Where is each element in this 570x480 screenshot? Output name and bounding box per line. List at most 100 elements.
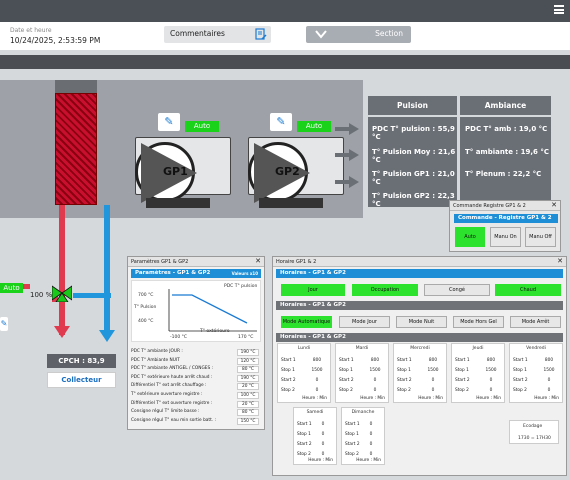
parameter-row: PDC T° ambiante JOUR : 190 °C bbox=[131, 349, 261, 356]
mode-day-button[interactable]: Mode Jour bbox=[339, 316, 390, 328]
schedule-row-label: Stop 2 bbox=[297, 452, 311, 457]
schedule-time-value[interactable]: 0 bbox=[366, 388, 384, 393]
comments-button[interactable]: Commentaires bbox=[164, 26, 271, 43]
ambiance-header: Ambiance bbox=[460, 96, 551, 115]
schedule-time-value[interactable]: 0 bbox=[314, 432, 332, 437]
valve-mode-badge: Auto bbox=[0, 283, 23, 293]
schedule-time-value[interactable]: 1500 bbox=[366, 368, 384, 373]
schedule-time-value[interactable]: 0 bbox=[424, 378, 442, 383]
ecodage-value: 1730 = 17H30 bbox=[518, 436, 551, 441]
schedule-time-value[interactable]: 800 bbox=[366, 358, 384, 363]
mode-night-button[interactable]: Mode Nuit bbox=[396, 316, 447, 328]
ambiance-row: PDC T° amb : 19,0 °C bbox=[465, 125, 548, 133]
schedule-row-label: Stop 1 bbox=[397, 368, 411, 373]
schedule-row-label: Start 1 bbox=[281, 358, 296, 363]
schedule-time-value[interactable]: 1500 bbox=[482, 368, 500, 373]
schedule-time-value[interactable]: 800 bbox=[540, 358, 558, 363]
schedule-time-value[interactable]: 0 bbox=[362, 432, 380, 437]
section-dropdown[interactable]: Section bbox=[306, 26, 411, 43]
schedule-time-value[interactable]: 800 bbox=[308, 358, 326, 363]
schedule-time-value[interactable]: 0 bbox=[482, 378, 500, 383]
manual-on-button[interactable]: Manu On bbox=[490, 227, 521, 247]
mode-off-button[interactable]: Mode Arrêt bbox=[510, 316, 561, 328]
schedule-row-label: Start 2 bbox=[339, 378, 354, 383]
collector-button[interactable]: Collecteur bbox=[47, 372, 116, 388]
heating-button[interactable]: Chaud bbox=[495, 284, 561, 296]
parameter-value[interactable]: 190 °C bbox=[237, 349, 259, 356]
schedule-time-value[interactable]: 0 bbox=[314, 452, 332, 457]
parameter-value[interactable]: 190 °C bbox=[237, 374, 259, 382]
schedule-row-label: Stop 2 bbox=[513, 388, 527, 393]
schedule-time-value[interactable]: 0 bbox=[308, 388, 326, 393]
close-icon[interactable]: ✕ bbox=[557, 257, 563, 265]
day-name: Mercredi bbox=[410, 346, 430, 351]
schedule-time-value[interactable]: 0 bbox=[362, 422, 380, 427]
schedule-time-value[interactable]: 1500 bbox=[424, 368, 442, 373]
day-mode-button[interactable]: Jour bbox=[281, 284, 345, 296]
parameter-value[interactable]: 80 °C bbox=[237, 366, 259, 374]
parameter-value[interactable]: 100 °C bbox=[237, 392, 259, 399]
schedule-row-label: Stop 2 bbox=[281, 388, 295, 393]
parameter-label: T° extérieure ouverture registre : bbox=[131, 392, 203, 397]
pump-gp2-base bbox=[259, 198, 323, 208]
pump-gp2-edit-icon[interactable]: ✎ bbox=[270, 113, 292, 131]
parameter-value[interactable]: 120 °C bbox=[237, 357, 259, 365]
close-icon[interactable]: ✕ bbox=[551, 201, 557, 209]
schedule-time-value[interactable]: 0 bbox=[362, 452, 380, 457]
mode-auto-button[interactable]: Mode Automatique bbox=[281, 316, 332, 328]
time-format-note: Heure : Min bbox=[360, 396, 385, 401]
schedule-time-value[interactable]: 0 bbox=[362, 442, 380, 447]
schedule-time-value[interactable]: 0 bbox=[424, 388, 442, 393]
date-value: 10/24/2025, 2:53:59 PM bbox=[10, 36, 101, 45]
time-format-note: Heure : Min bbox=[534, 396, 559, 401]
three-way-valve-icon[interactable] bbox=[52, 284, 72, 302]
schedule-time-value[interactable]: 0 bbox=[540, 388, 558, 393]
schedule-row-label: Start 1 bbox=[297, 422, 312, 427]
heating-coil bbox=[55, 93, 97, 205]
values-unit-note: Valeurs x10 bbox=[231, 271, 258, 276]
edit-note-icon bbox=[255, 28, 267, 40]
schedule-time-value[interactable]: 800 bbox=[482, 358, 500, 363]
mode-frost-button[interactable]: Mode Hors Gel bbox=[453, 316, 504, 328]
window-title: Commande Registre GP1 & 2 bbox=[450, 201, 560, 211]
occupation-button[interactable]: Occupation bbox=[352, 284, 418, 296]
schedule-time-value[interactable]: 0 bbox=[314, 422, 332, 427]
ecodage-box: Ecodage 1730 = 17H30 bbox=[509, 420, 559, 444]
manual-off-button[interactable]: Manu Off bbox=[525, 227, 556, 247]
schedule-time-value[interactable]: 0 bbox=[308, 378, 326, 383]
schedule-time-value[interactable]: 0 bbox=[540, 378, 558, 383]
pump-gp1-edit-icon[interactable]: ✎ bbox=[158, 113, 180, 131]
schedule-bar: Horaires - GP1 & GP2 bbox=[276, 333, 563, 342]
return-pipe-blue bbox=[104, 205, 110, 333]
pump-gp1-mode-badge: Auto bbox=[185, 121, 219, 132]
auto-button[interactable]: Auto bbox=[455, 227, 485, 247]
schedule-time-value[interactable]: 1500 bbox=[540, 368, 558, 373]
parameter-value[interactable]: 150 °C bbox=[237, 417, 259, 425]
schedule-time-value[interactable]: 1500 bbox=[308, 368, 326, 373]
close-icon[interactable]: ✕ bbox=[255, 257, 261, 265]
airflow-arrow-icon bbox=[335, 176, 359, 188]
parameters-window: Paramètres GP1 & GP2 ✕ Paramètres - GP1 … bbox=[127, 256, 265, 430]
schedule-time-value[interactable]: 0 bbox=[366, 378, 384, 383]
valve-edit-icon[interactable]: ✎ bbox=[0, 317, 8, 331]
cpch-value: CPCH : 83,9 bbox=[47, 354, 116, 368]
parameter-value[interactable]: 80 °C bbox=[237, 409, 259, 417]
parameter-value[interactable]: 20 °C bbox=[237, 383, 259, 391]
pulsion-row: T° Pulsion Moy : 21,6 °C bbox=[372, 148, 456, 164]
chart-top-label: PDC T° pulsion bbox=[224, 284, 258, 289]
schedule-time-value[interactable]: 0 bbox=[482, 388, 500, 393]
pulsion-header: Pulsion bbox=[368, 96, 457, 115]
parameter-row: Différentiel T° ext arrêt chauffage : 20 … bbox=[131, 383, 261, 391]
parameter-label: PDC T° Ambiante NUIT bbox=[131, 357, 180, 363]
parameter-label: Consigne régul T° limite basse : bbox=[131, 409, 200, 415]
parameter-value[interactable]: 20 °C bbox=[237, 400, 259, 408]
schedule-row-label: Stop 1 bbox=[281, 368, 295, 373]
date-label: Date et heure bbox=[10, 27, 52, 34]
schedule-time-value[interactable]: 0 bbox=[314, 442, 332, 447]
pump-gp2-label: GP2 bbox=[275, 165, 300, 178]
hamburger-menu-icon[interactable] bbox=[554, 5, 564, 14]
schedule-time-value[interactable]: 800 bbox=[424, 358, 442, 363]
schedule-row-label: Stop 1 bbox=[297, 432, 311, 437]
divider-strip bbox=[0, 55, 570, 69]
holiday-button[interactable]: Congé bbox=[424, 284, 490, 296]
